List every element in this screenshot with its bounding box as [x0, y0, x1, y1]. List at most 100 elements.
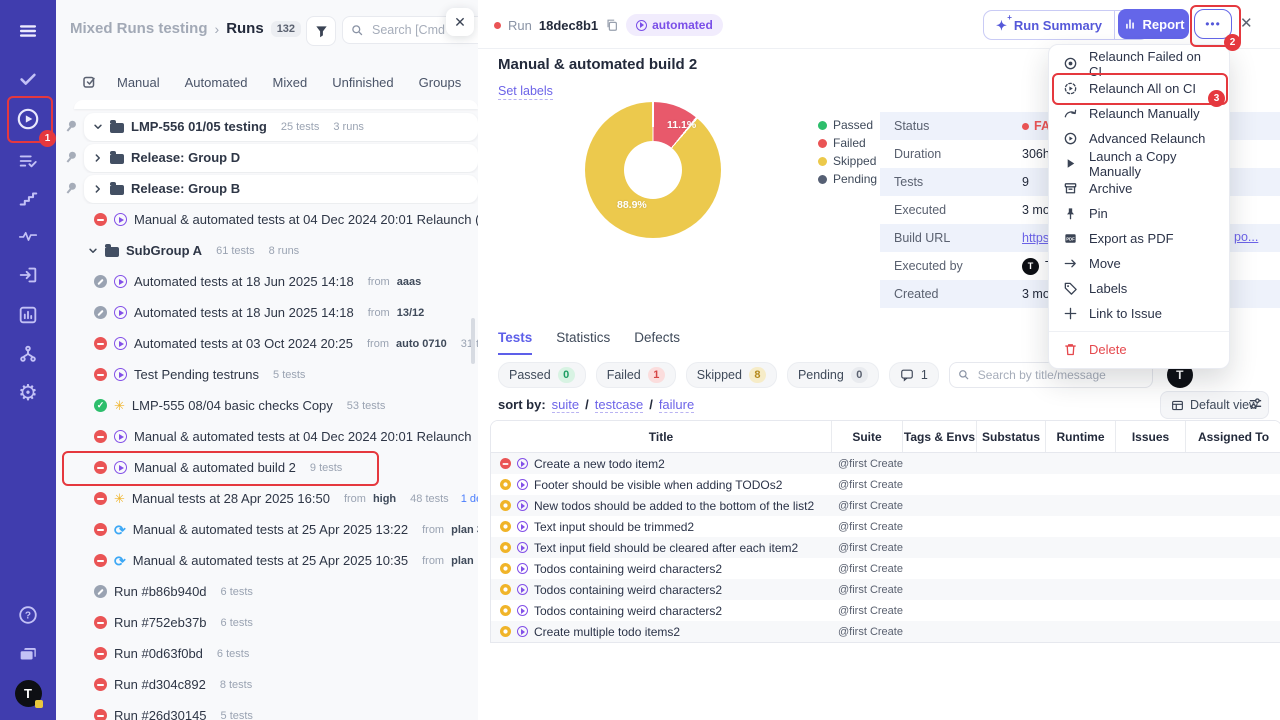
scrollbar-thumb[interactable] [471, 318, 475, 364]
table-row[interactable]: Text input should be trimmed2 @first Cre… [491, 516, 1280, 537]
run-row[interactable]: Automated tests at 18 Jun 2025 14:18 fro… [60, 297, 478, 328]
chip-skipped[interactable]: Skipped 8 [685, 362, 777, 388]
breadcrumb-project[interactable]: Mixed Runs testing [70, 20, 208, 37]
tasks-check-icon[interactable] [0, 62, 56, 96]
menu-item-launch-copy[interactable]: Launch a Copy Manually [1049, 149, 1229, 179]
sort-suite-link[interactable]: suite [551, 397, 580, 413]
table-row[interactable]: Create a new todo item2 @first Create ..… [491, 453, 1280, 474]
table-row[interactable]: Todos containing weird characters2 @firs… [491, 600, 1280, 621]
menu-item-relaunch-all-ci[interactable]: Relaunch All on CI [1049, 76, 1229, 101]
build-url-link-end[interactable]: po... [1234, 230, 1258, 244]
subgroup-row[interactable]: SubGroup A 61 tests 8 runs [60, 235, 478, 266]
run-row[interactable]: Manual & automated tests at 04 Dec 2024 … [60, 421, 478, 452]
tests-search-input[interactable] [975, 367, 1144, 383]
menu-item-labels[interactable]: Labels [1049, 276, 1229, 301]
settings-gear-icon[interactable]: ⚙ [0, 376, 56, 410]
tab-manual[interactable]: Manual [117, 75, 160, 90]
import-run-icon[interactable] [0, 258, 56, 292]
automated-icon [517, 563, 528, 574]
run-row[interactable]: Test Pending testruns 5 tests [60, 359, 478, 390]
tab-defects[interactable]: Defects [634, 330, 680, 355]
menu-divider [1049, 331, 1229, 332]
chip-pending[interactable]: Pending 0 [786, 362, 879, 388]
column-settings-icon[interactable] [1248, 396, 1263, 411]
menu-item-advanced-relaunch[interactable]: Advanced Relaunch [1049, 126, 1229, 151]
table-row[interactable]: Todos containing weird characters2 @firs… [491, 579, 1280, 600]
run-row[interactable]: Automated tests at 18 Jun 2025 14:18 fro… [60, 266, 478, 297]
set-labels-link[interactable]: Set labels [498, 84, 553, 100]
chip-comments[interactable]: 1 [888, 362, 939, 388]
group-row[interactable]: Release: Group D [60, 142, 478, 173]
run-row[interactable]: Automated tests at 03 Oct 2024 20:25 fro… [60, 328, 478, 359]
col-substatus[interactable]: Substatus [977, 421, 1046, 452]
run-row[interactable]: Run #d304c892 8 tests [60, 669, 478, 700]
activity-pulse-icon[interactable] [0, 219, 56, 253]
select-all-icon[interactable] [82, 74, 98, 90]
table-row[interactable]: Create multiple todo items2 @first Creat… [491, 621, 1280, 642]
group-row[interactable]: Release: Group B [60, 173, 478, 204]
menu-item-pin[interactable]: Pin [1049, 201, 1229, 226]
report-button[interactable]: Report [1118, 9, 1189, 39]
menu-item-move[interactable]: Move [1049, 251, 1229, 276]
tab-automated[interactable]: Automated [185, 75, 248, 90]
run-defects-count[interactable]: 1 defects [461, 493, 478, 505]
sort-testcase-link[interactable]: testcase [594, 397, 644, 413]
col-issues[interactable]: Issues [1116, 421, 1186, 452]
run-row-selected[interactable]: Manual & automated build 2 9 tests [60, 452, 478, 483]
panel-close-button[interactable]: ✕ [446, 8, 474, 36]
run-row[interactable]: LMP-555 08/04 basic checks Copy 53 tests [60, 390, 478, 421]
filter-button[interactable] [306, 16, 336, 46]
chevron-right-icon[interactable] [93, 153, 103, 163]
col-runtime[interactable]: Runtime [1046, 421, 1116, 452]
col-assigned-to[interactable]: Assigned To [1186, 421, 1280, 452]
table-row[interactable]: Footer should be visible when adding TOD… [491, 474, 1280, 495]
run-row[interactable]: Manual & automated tests at 25 Apr 2025 … [60, 545, 478, 576]
tab-unfinished[interactable]: Unfinished [332, 75, 393, 90]
chip-failed[interactable]: Failed 1 [595, 362, 676, 388]
run-row[interactable]: Run #752eb37b 6 tests [60, 607, 478, 638]
more-actions-button[interactable]: ••• [1194, 9, 1232, 39]
sort-failure-link[interactable]: failure [658, 397, 695, 413]
close-run-button[interactable]: ✕ [1240, 14, 1253, 32]
col-suite[interactable]: Suite [832, 421, 903, 452]
col-tags-envs[interactable]: Tags & Envs [903, 421, 977, 452]
run-row[interactable]: Manual & automated tests at 04 Dec 2024 … [60, 204, 478, 235]
run-row[interactable]: Run #0d63f0bd 6 tests [60, 638, 478, 669]
chevron-down-icon[interactable] [93, 122, 103, 132]
tab-tests[interactable]: Tests [498, 330, 533, 355]
user-avatar[interactable]: T [0, 676, 56, 710]
checklist-icon[interactable] [0, 144, 56, 178]
run-detail-header: Run 18dec8b1 automated Run Summary ••• R… [478, 0, 1280, 49]
table-row[interactable]: Text input field should be cleared after… [491, 537, 1280, 558]
chevron-right-icon[interactable] [93, 184, 103, 194]
hamburger-menu-icon[interactable] [0, 14, 56, 48]
table-row[interactable]: Todos containing weird characters2 @firs… [491, 558, 1280, 579]
table-row[interactable]: New todos should be added to the bottom … [491, 495, 1280, 516]
steps-icon[interactable] [0, 182, 56, 216]
tab-mixed[interactable]: Mixed [273, 75, 308, 90]
menu-item-archive[interactable]: Archive [1049, 176, 1229, 201]
run-tests-count: 5 tests [273, 368, 306, 381]
group-row[interactable]: LMP-556 01/05 testing 25 tests 3 runs [60, 111, 478, 142]
run-row[interactable]: Run #26d30145 5 tests [60, 700, 478, 720]
run-row[interactable]: Manual tests at 28 Apr 2025 16:50 from h… [60, 483, 478, 514]
run-row[interactable]: Manual & automated tests at 25 Apr 2025 … [60, 514, 478, 545]
menu-item-relaunch-manually[interactable]: Relaunch Manually [1049, 101, 1229, 126]
run-row[interactable]: Run #b86b940d 6 tests [60, 576, 478, 607]
projects-icon[interactable] [0, 637, 56, 671]
menu-item-export-pdf[interactable]: PDF Export as PDF [1049, 226, 1229, 251]
chevron-down-icon[interactable] [88, 246, 98, 256]
tab-statistics[interactable]: Statistics [556, 330, 610, 355]
tab-groups[interactable]: Groups [419, 75, 462, 90]
branches-icon[interactable] [0, 337, 56, 371]
run-title: Automated tests at 18 Jun 2025 14:18 [134, 274, 354, 289]
col-title[interactable]: Title [491, 421, 832, 452]
run-title: Manual & automated build 2 [134, 460, 296, 475]
chip-passed[interactable]: Passed 0 [498, 362, 586, 388]
menu-item-link-to-issue[interactable]: Link to Issue [1049, 301, 1229, 326]
analytics-icon[interactable] [0, 298, 56, 332]
help-icon[interactable]: ? [0, 598, 56, 632]
menu-item-relaunch-failed-ci[interactable]: Relaunch Failed on CI [1049, 49, 1229, 79]
menu-item-delete[interactable]: Delete [1049, 337, 1229, 362]
copy-icon[interactable] [605, 18, 619, 32]
